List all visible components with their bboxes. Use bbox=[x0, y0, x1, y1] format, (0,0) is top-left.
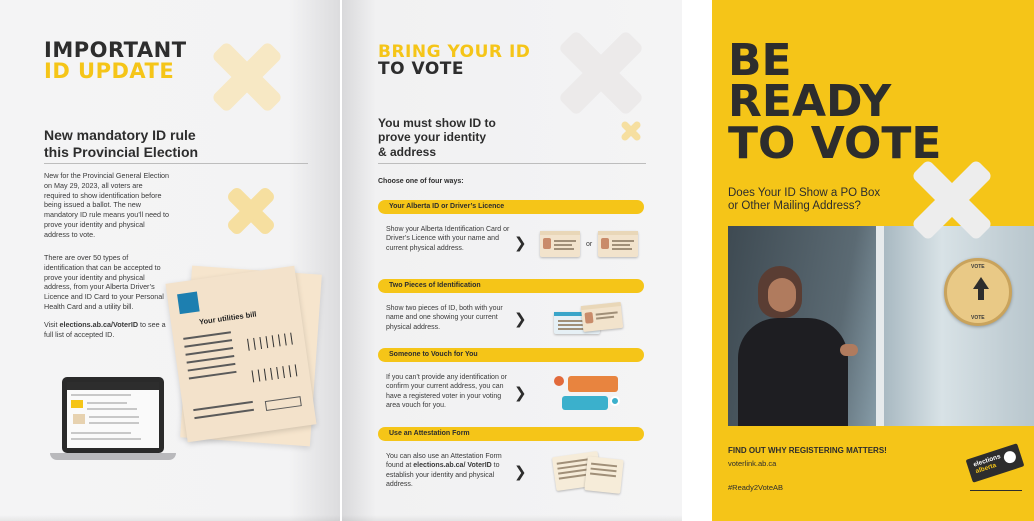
ballot-box-sticker-icon: VOTE VOTE bbox=[944, 258, 1012, 326]
divider bbox=[44, 163, 308, 164]
arrow-right-icon: ❯ bbox=[514, 463, 527, 481]
attestation-form-icon bbox=[584, 456, 624, 494]
paragraph-new-rule: New for the Provincial General Election … bbox=[44, 171, 170, 239]
elections-alberta-logo-icon: elections alberta bbox=[965, 443, 1025, 483]
avatar-icon bbox=[554, 376, 564, 386]
cover-subtitle: Does Your ID Show a PO Box or Other Mail… bbox=[728, 187, 881, 213]
bill-logo-icon bbox=[177, 291, 200, 315]
x-shape-decoration-icon bbox=[620, 120, 642, 142]
option-heading: Someone to Vouch for You bbox=[378, 348, 644, 362]
utilities-bill-illustration: Your utilities bill |||||||| |||||||| bbox=[165, 265, 317, 443]
bill-title: Your utilities bill bbox=[198, 309, 257, 327]
brochure-spread: IMPORTANT ID UPDATE New mandatory ID rul… bbox=[0, 0, 682, 521]
option-heading: Two Pieces of Identification bbox=[378, 279, 644, 293]
hashtag: #Ready2VoteAB bbox=[728, 483, 784, 492]
x-shape-decoration-icon bbox=[557, 29, 645, 117]
divider bbox=[378, 163, 646, 164]
voterlink-link[interactable]: voterlink.ab.ca bbox=[728, 459, 776, 468]
option-text: Show your Alberta Identification Card or… bbox=[386, 226, 510, 252]
speech-bubble-icon bbox=[562, 396, 608, 410]
paragraph-accepted-id: There are over 50 types of identificatio… bbox=[44, 253, 164, 311]
option-heading: Use an Attestation Form bbox=[378, 427, 644, 441]
choose-label: Choose one of four ways: bbox=[378, 178, 464, 185]
option-text: Show two pieces of ID, both with your na… bbox=[386, 305, 503, 331]
id-card-icon bbox=[580, 301, 624, 333]
cta-heading: FIND OUT WHY REGISTERING MATTERS! bbox=[728, 446, 887, 455]
or-label: or bbox=[586, 241, 593, 248]
barcode-icon: |||||||| bbox=[248, 362, 300, 384]
option-heading: Your Alberta ID or Driver’s Licence bbox=[378, 200, 644, 214]
arrow-right-icon: ❯ bbox=[514, 310, 527, 328]
x-shape-decoration-icon bbox=[210, 40, 284, 114]
drivers-licence-icon bbox=[598, 231, 638, 257]
id-card-icon bbox=[540, 231, 580, 257]
section-subtitle: You must show ID to prove your identity … bbox=[378, 116, 496, 159]
option-text: If you can’t provide any identification … bbox=[386, 374, 508, 410]
section-subtitle: New mandatory ID rule this Provincial El… bbox=[44, 127, 199, 160]
speech-bubble-icon bbox=[568, 376, 618, 392]
x-shape-decoration-icon bbox=[225, 185, 277, 237]
paragraph-visit-link: Visit elections.ab.ca/VoterID to see a f… bbox=[44, 320, 166, 339]
page-important-id-update: IMPORTANT ID UPDATE New mandatory ID rul… bbox=[0, 0, 340, 521]
voter-id-link[interactable]: elections.ab.ca/VoterID bbox=[59, 320, 138, 329]
arrow-right-icon: ❯ bbox=[514, 234, 527, 252]
cover-title: BE READY TO VOTE bbox=[728, 35, 942, 169]
page-bring-your-id: BRING YOUR ID TO VOTE You must show ID t… bbox=[342, 0, 682, 521]
voter-photo: VOTE VOTE bbox=[728, 226, 1034, 426]
arrow-right-icon: ❯ bbox=[514, 384, 527, 402]
page-title: IMPORTANT ID UPDATE bbox=[44, 38, 187, 83]
option-text: You can also use an Attestation Form fou… bbox=[386, 453, 502, 489]
page-title: BRING YOUR ID TO VOTE bbox=[378, 42, 531, 79]
attestation-form-link[interactable]: elections.ab.ca/ VoterID bbox=[413, 462, 491, 469]
avatar-icon bbox=[610, 396, 620, 406]
laptop-base bbox=[50, 453, 176, 460]
brochure-cover: BE READY TO VOTE Does Your ID Show a PO … bbox=[712, 0, 1034, 521]
laptop-illustration bbox=[62, 377, 164, 453]
barcode-icon: |||||||| bbox=[243, 330, 295, 352]
x-shape-decoration-icon bbox=[910, 158, 994, 242]
